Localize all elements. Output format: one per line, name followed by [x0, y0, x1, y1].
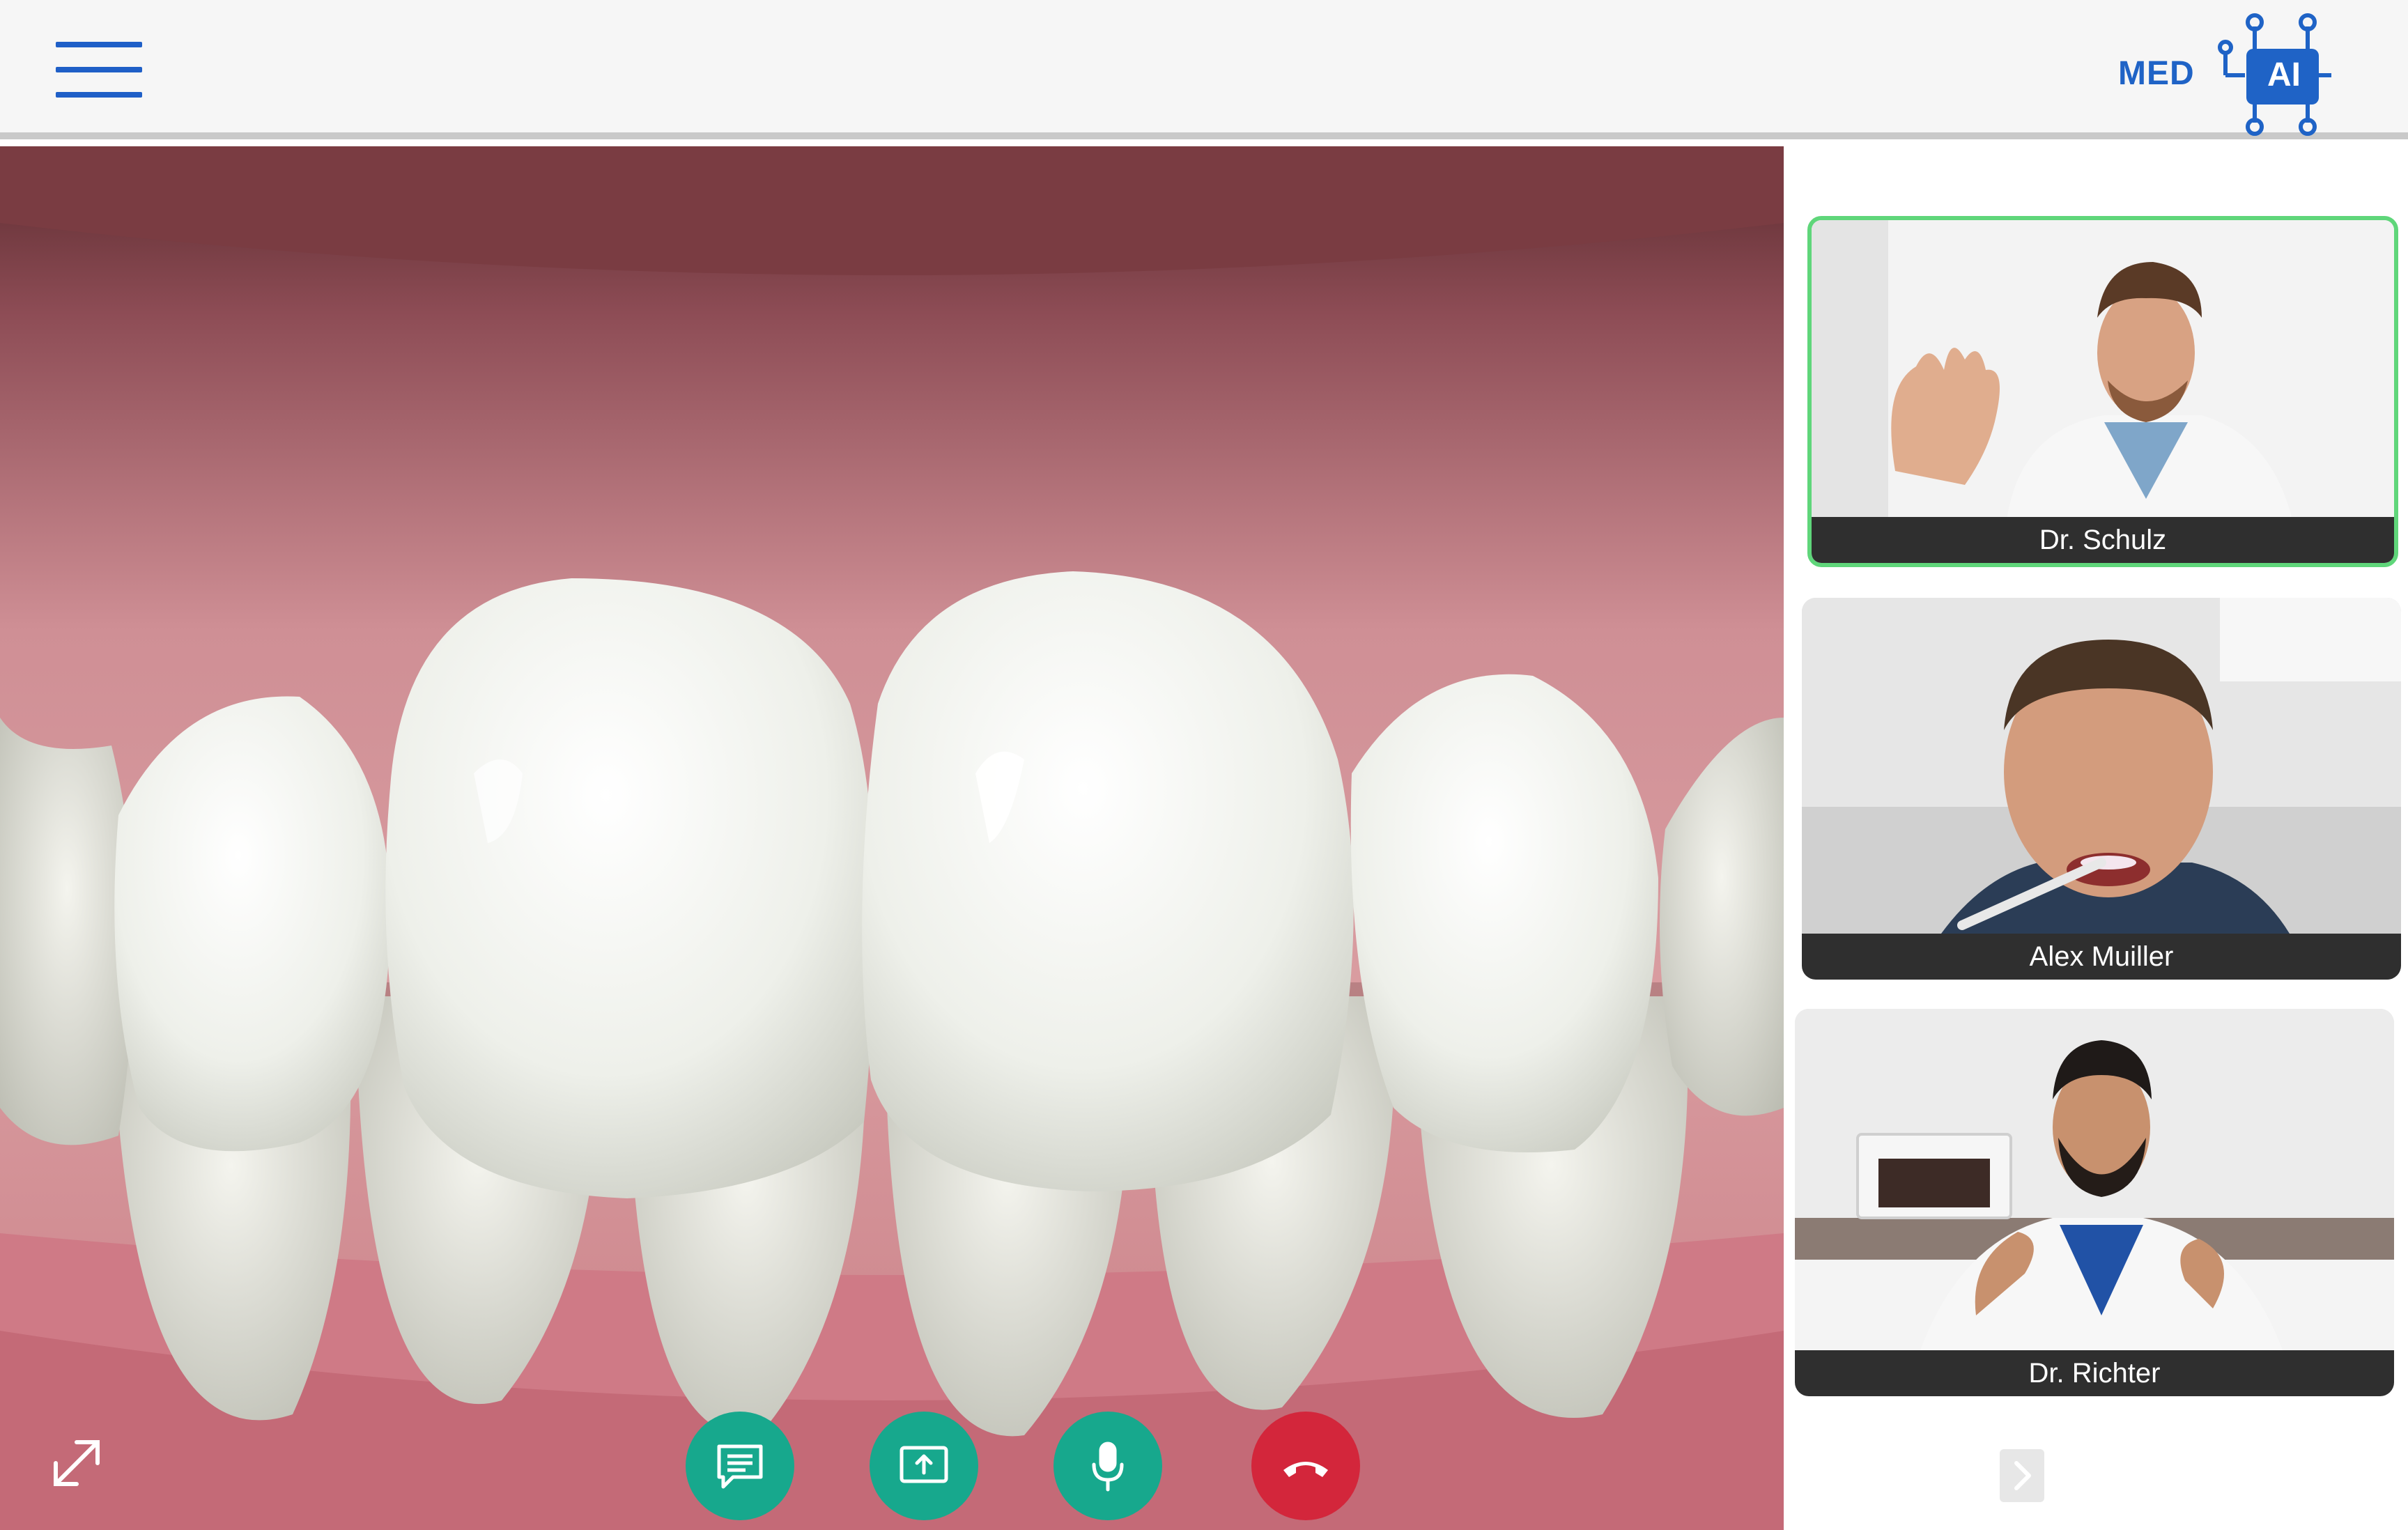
chevron-right-icon[interactable] [2000, 1449, 2044, 1502]
screen-share-button[interactable] [870, 1412, 978, 1520]
chat-button[interactable] [686, 1412, 794, 1520]
chat-icon [717, 1444, 763, 1489]
microphone-button[interactable] [1054, 1412, 1162, 1520]
med-ai-logo: MED AI [2108, 11, 2331, 137]
participant-tile-dr-richter[interactable]: Dr. Richter [1795, 1009, 2394, 1396]
expand-arrows-icon[interactable] [49, 1435, 105, 1491]
participant-video-2 [1802, 598, 2401, 934]
main-video-feed [0, 146, 1784, 1530]
participant-name: Dr. Schulz [1812, 517, 2394, 563]
participant-name: Alex Muiller [1802, 934, 2401, 980]
participant-name: Dr. Richter [1795, 1350, 2394, 1396]
participant-tile-alex-muiller[interactable]: Alex Muiller [1802, 598, 2401, 980]
participant-tile-dr-schulz[interactable]: Dr. Schulz [1807, 216, 2398, 567]
hang-up-icon [1283, 1462, 1328, 1477]
top-bar: MED AI [0, 0, 2408, 139]
hang-up-button[interactable] [1251, 1412, 1360, 1520]
participant-video-1 [1812, 220, 2394, 520]
hamburger-menu-icon[interactable] [50, 36, 145, 106]
participant-video-3 [1795, 1009, 2394, 1350]
microphone-icon [1092, 1442, 1124, 1492]
dental-closeup-image [0, 146, 1784, 1530]
screen-share-icon [900, 1446, 948, 1483]
logo-badge: AI [2267, 56, 2301, 93]
